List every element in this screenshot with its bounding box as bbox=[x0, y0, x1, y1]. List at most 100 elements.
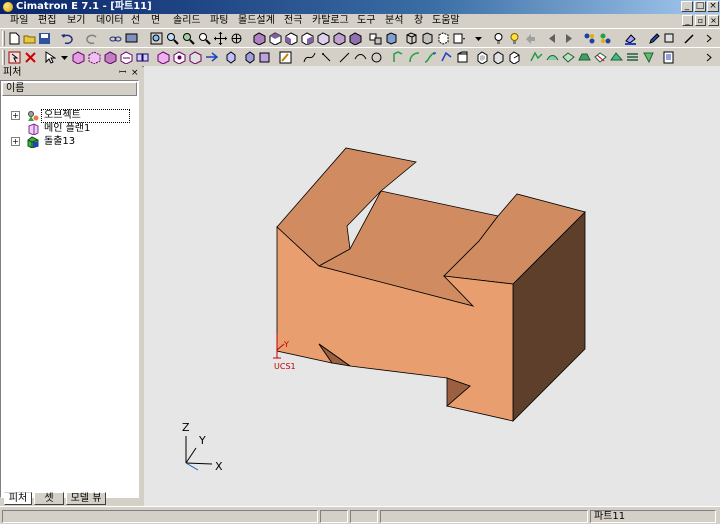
open-folder-icon[interactable] bbox=[23, 32, 36, 45]
shell-icon[interactable] bbox=[476, 51, 489, 64]
view-right-icon[interactable] bbox=[301, 32, 314, 45]
pan-icon[interactable] bbox=[214, 32, 227, 45]
face-trim-icon[interactable] bbox=[562, 51, 575, 64]
zoom-dynamic-icon[interactable] bbox=[182, 32, 195, 45]
zoom-window-icon[interactable] bbox=[150, 32, 163, 45]
layers-icon[interactable] bbox=[583, 32, 596, 45]
display-icon[interactable] bbox=[125, 32, 138, 45]
menu-mold-design[interactable]: 몰드설계 bbox=[238, 14, 275, 28]
close-button[interactable]: × bbox=[707, 1, 719, 12]
menu-analysis[interactable]: 분석 bbox=[385, 14, 403, 28]
select-dropdown-icon[interactable] bbox=[58, 51, 71, 64]
view-left-icon[interactable] bbox=[333, 32, 346, 45]
mirror-icon[interactable] bbox=[136, 51, 149, 64]
menu-tools[interactable]: 도구 bbox=[357, 14, 375, 28]
menu-surface[interactable]: 면 bbox=[151, 14, 160, 28]
menu-parting[interactable]: 파팅 bbox=[210, 14, 228, 28]
chevron-down-icon[interactable] bbox=[472, 32, 485, 45]
tab-features[interactable]: 피처 bbox=[4, 492, 32, 505]
shaded-icon[interactable] bbox=[421, 32, 434, 45]
blank-icon[interactable] bbox=[88, 51, 101, 64]
show-hide-icon[interactable] bbox=[524, 32, 537, 45]
toolbar-overflow-icon[interactable] bbox=[703, 32, 716, 45]
save-icon[interactable] bbox=[38, 32, 51, 45]
view-manager-icon[interactable] bbox=[369, 32, 382, 45]
feature-tree[interactable]: 이름 + 오브젝트 메인 플랜1 + 돌출13 bbox=[0, 80, 139, 498]
zoom-icon[interactable] bbox=[198, 32, 211, 45]
menu-solid[interactable]: 솔리드 bbox=[173, 14, 201, 28]
menu-data[interactable]: 데이터 bbox=[96, 14, 124, 28]
filter-a-icon[interactable] bbox=[157, 51, 170, 64]
select-filter-icon[interactable] bbox=[43, 51, 56, 64]
zoom-all-icon[interactable] bbox=[166, 32, 179, 45]
hide-icon[interactable] bbox=[72, 51, 85, 64]
toolbar-grip[interactable] bbox=[2, 50, 5, 65]
graphics-viewport[interactable]: Y UCS1 Z Y X bbox=[144, 66, 720, 506]
transform-icon[interactable] bbox=[205, 51, 218, 64]
tree-item-extrude[interactable]: + 돌출13 bbox=[11, 136, 136, 149]
toolbar-grip[interactable] bbox=[2, 31, 5, 46]
menu-view[interactable]: 보기 bbox=[67, 14, 85, 28]
spline-icon[interactable] bbox=[303, 51, 316, 64]
rotate-icon[interactable] bbox=[230, 32, 243, 45]
tree-item-main-plane[interactable]: 메인 플랜1 bbox=[11, 123, 136, 136]
mdi-minimize-button[interactable]: _ bbox=[682, 15, 693, 26]
view-top-icon[interactable] bbox=[269, 32, 282, 45]
view-front-icon[interactable] bbox=[285, 32, 298, 45]
wireframe-icon[interactable] bbox=[405, 32, 418, 45]
minimize-button[interactable]: _ bbox=[681, 1, 693, 12]
point-icon[interactable] bbox=[320, 51, 333, 64]
menu-edit[interactable]: 편집 bbox=[38, 14, 56, 28]
sketcher-icon[interactable] bbox=[279, 51, 292, 64]
sweep-icon[interactable] bbox=[424, 51, 437, 64]
mdi-close-button[interactable]: × bbox=[708, 15, 719, 26]
mdi-restore-button[interactable]: ▫ bbox=[695, 15, 706, 26]
menu-help[interactable]: 도움말 bbox=[432, 14, 460, 28]
sets-icon[interactable] bbox=[599, 32, 612, 45]
pin-icon[interactable]: ꟷ bbox=[119, 67, 126, 79]
column-header-name[interactable]: 이름 bbox=[2, 82, 137, 96]
view-iso-icon[interactable] bbox=[253, 32, 266, 45]
display-mode-dropdown-icon[interactable] bbox=[453, 32, 466, 45]
undo-icon[interactable] bbox=[60, 32, 73, 45]
face-extend-icon[interactable] bbox=[610, 51, 623, 64]
face-blend-icon[interactable] bbox=[578, 51, 591, 64]
copy-icon[interactable] bbox=[226, 51, 239, 64]
tree-item-objects[interactable]: + 오브젝트 bbox=[11, 109, 136, 123]
menu-electrode[interactable]: 전극 bbox=[284, 14, 302, 28]
loft-icon[interactable] bbox=[440, 51, 453, 64]
next-icon[interactable] bbox=[562, 32, 575, 45]
render-icon[interactable] bbox=[385, 32, 398, 45]
expand-icon[interactable]: + bbox=[11, 137, 20, 146]
filter-b-icon[interactable] bbox=[173, 51, 186, 64]
menu-catalog[interactable]: 카탈로그 bbox=[312, 14, 349, 28]
panel-close-icon[interactable]: × bbox=[131, 67, 139, 79]
scale-icon[interactable] bbox=[258, 51, 271, 64]
curve-icon[interactable] bbox=[354, 51, 367, 64]
extrude-icon[interactable] bbox=[392, 51, 405, 64]
tab-model-view[interactable]: 모델 뷰 bbox=[66, 492, 106, 505]
line-icon[interactable] bbox=[338, 51, 351, 64]
lightbulb-off-icon[interactable] bbox=[492, 32, 505, 45]
menu-file[interactable]: 파일 bbox=[10, 14, 28, 28]
face-offset-icon[interactable] bbox=[546, 51, 559, 64]
toolbar-overflow-icon[interactable] bbox=[703, 51, 716, 64]
circle-icon[interactable] bbox=[370, 51, 383, 64]
draft-icon[interactable] bbox=[492, 51, 505, 64]
face-delete-icon[interactable] bbox=[594, 51, 607, 64]
lightbulb-on-icon[interactable] bbox=[508, 32, 521, 45]
expand-icon[interactable]: + bbox=[11, 111, 20, 120]
analysis-icon[interactable] bbox=[662, 51, 675, 64]
view-bottom-icon[interactable] bbox=[349, 32, 362, 45]
filter-c-icon[interactable] bbox=[189, 51, 202, 64]
redo-icon[interactable] bbox=[86, 32, 99, 45]
pick-icon[interactable] bbox=[8, 51, 21, 64]
pen-icon[interactable] bbox=[648, 32, 661, 45]
round-icon[interactable] bbox=[456, 51, 469, 64]
face-split-icon[interactable] bbox=[530, 51, 543, 64]
link-icon[interactable] bbox=[109, 32, 122, 45]
view-back-icon[interactable] bbox=[317, 32, 330, 45]
revolve-icon[interactable] bbox=[408, 51, 421, 64]
color-fill-icon[interactable] bbox=[624, 32, 637, 45]
face-replace-icon[interactable] bbox=[626, 51, 639, 64]
